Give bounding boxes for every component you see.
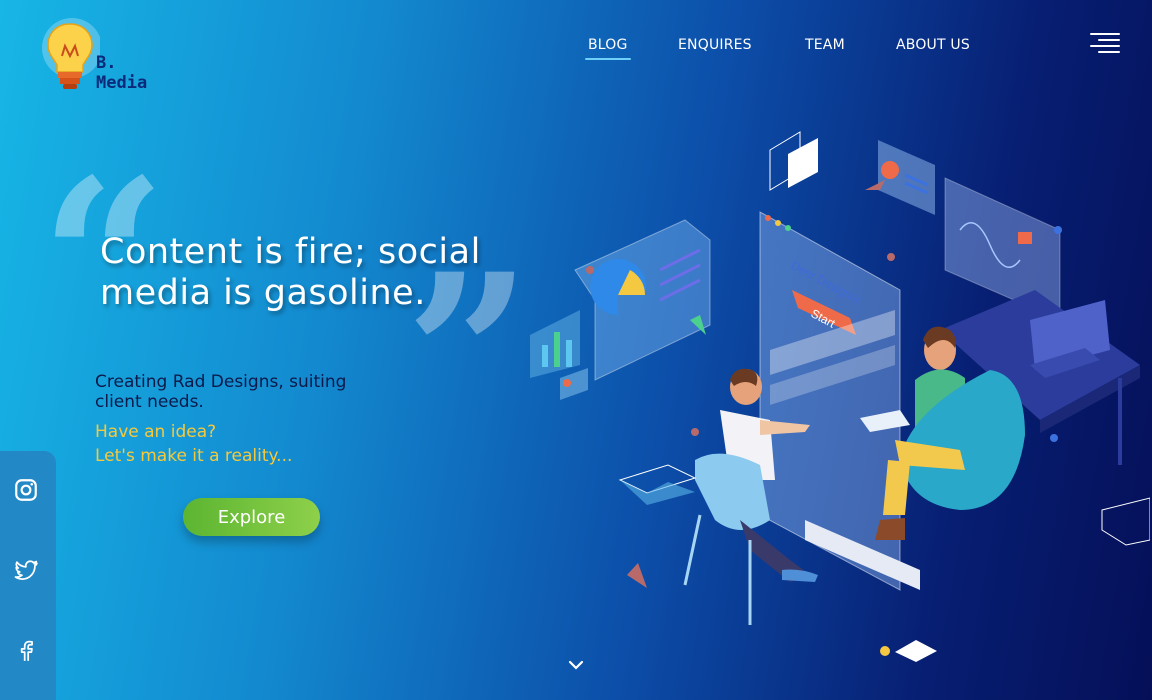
brand-line1: B.: [96, 53, 117, 73]
decor-triangle: [627, 563, 647, 588]
hamburger-menu-icon[interactable]: [1090, 33, 1122, 55]
nav-blog[interactable]: BLOG: [585, 37, 631, 60]
decor-dot-3: [887, 253, 895, 261]
hero-tagline-2: Let's make it a reality...: [95, 446, 293, 466]
hero-illustration: Deer Designer Start: [530, 131, 1150, 662]
nav-enquires[interactable]: ENQUIRES: [678, 37, 752, 53]
nav-team[interactable]: TEAM: [805, 37, 845, 53]
decor-diamond-4: [895, 640, 937, 662]
instagram-icon[interactable]: [13, 477, 39, 503]
twitter-icon[interactable]: [13, 557, 39, 583]
profile-card: [865, 140, 935, 215]
explore-button[interactable]: Explore: [183, 498, 320, 536]
hero-tagline-1: Have an idea?: [95, 422, 217, 442]
decor-dot-2: [586, 266, 594, 274]
social-sidebar: [0, 451, 56, 700]
lightbulb-icon: [42, 18, 102, 89]
decor-dot-5: [1050, 434, 1058, 442]
decor-diamond-3: [1101, 497, 1150, 546]
chart-panel: [530, 219, 711, 400]
hero-subline: Creating Rad Designs, suiting client nee…: [95, 372, 347, 412]
brand-line2: Media: [96, 73, 148, 93]
decor-dot-4: [691, 428, 699, 436]
floating-cube: [769, 131, 818, 191]
decor-diamond-2: [620, 480, 695, 505]
nav-about-us[interactable]: ABOUT US: [896, 37, 970, 53]
decor-dot: [880, 646, 890, 656]
facebook-icon[interactable]: [13, 637, 39, 663]
decor-dot-6: [1054, 226, 1062, 234]
brand-logo[interactable]: B. Media: [40, 16, 170, 100]
hero-headline: Content is fire; social media is gasolin…: [100, 232, 481, 313]
